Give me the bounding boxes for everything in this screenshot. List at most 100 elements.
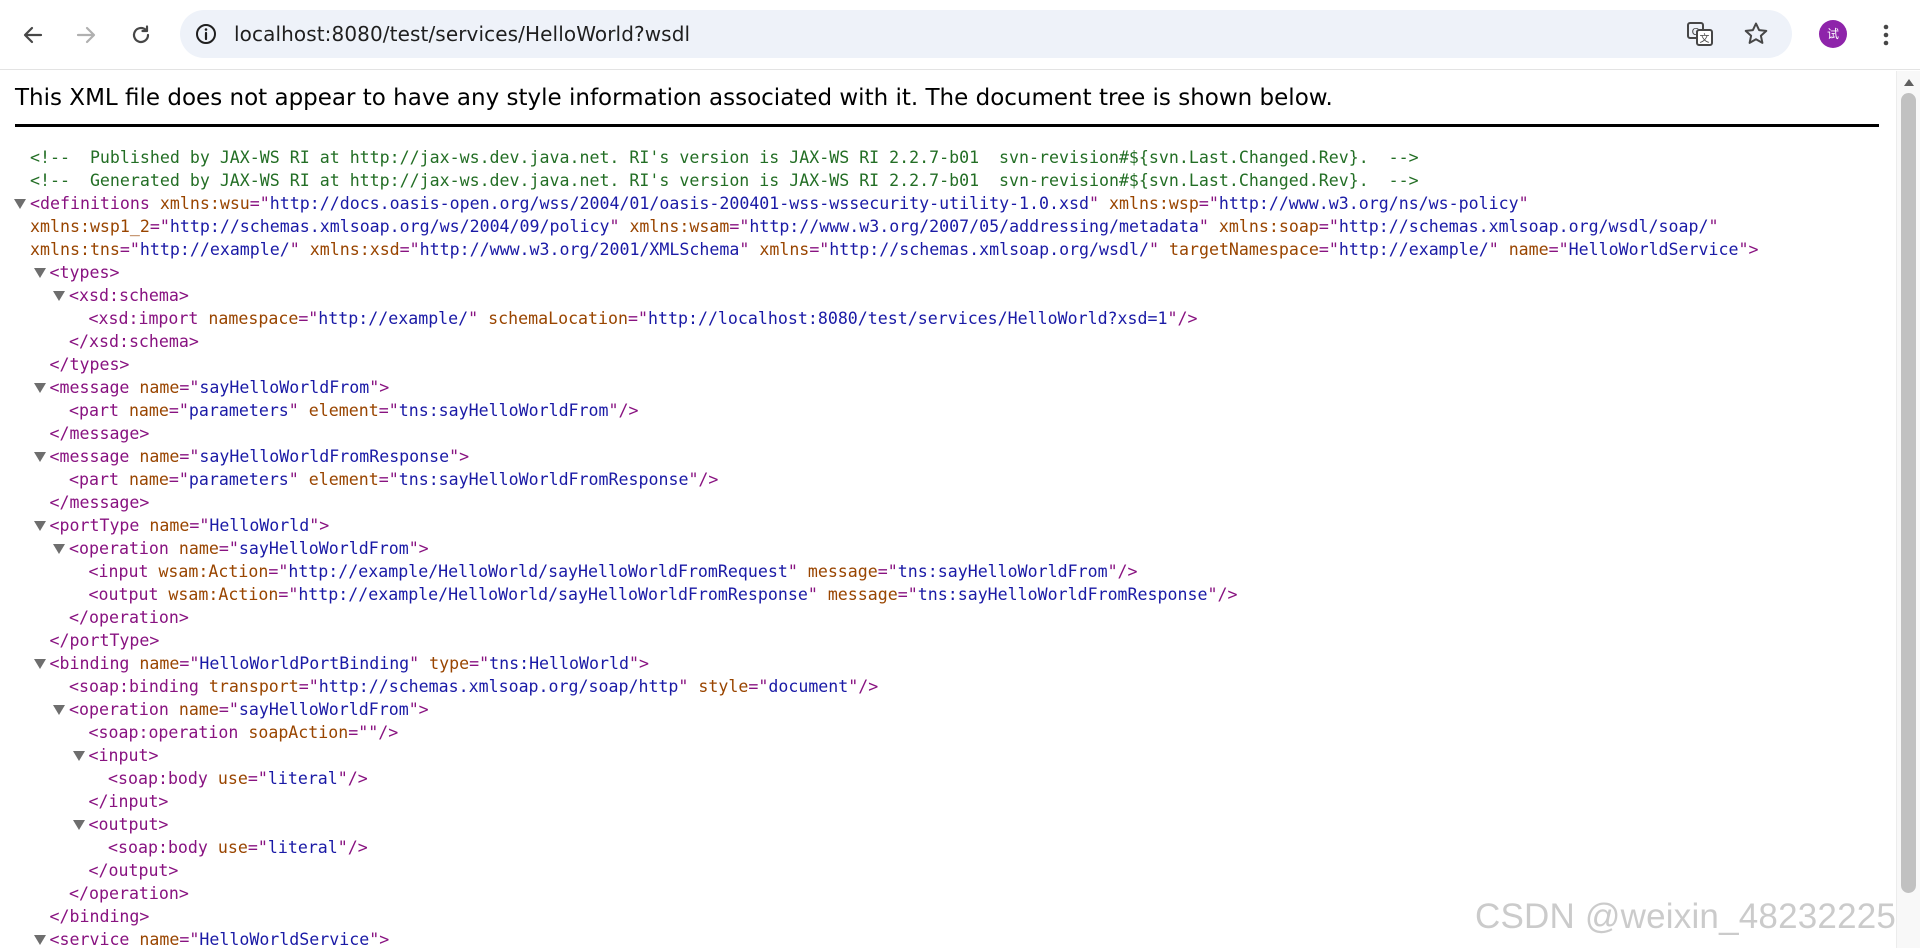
address-bar[interactable]: localhost:8080/test/services/HelloWorld?… (180, 10, 1792, 58)
xml-attr-value: tns:sayHelloWorldFromResponse (917, 585, 1208, 604)
xml-attr-value: http://schemas.xmlsoap.org/ws/2004/09/po… (169, 217, 610, 236)
xml-attr-name: name (1498, 240, 1549, 259)
xml-tag: =" (748, 677, 769, 696)
xml-line: <!-- Generated by JAX-WS RI at http://ja… (0, 169, 1896, 192)
xml-tag: <output (88, 585, 159, 604)
xml-tag: " (288, 401, 299, 420)
xml-tag: =" (877, 562, 898, 581)
xml-line: <!-- Published by JAX-WS RI at http://ja… (0, 146, 1896, 169)
xml-tag: =" (119, 240, 140, 259)
xml-tag: =" (298, 677, 319, 696)
xml-tag: =" (1318, 240, 1339, 259)
xml-tag: <message (49, 447, 130, 466)
xml-style-notice: This XML file does not appear to have an… (15, 85, 1333, 111)
page-content: This XML file does not appear to have an… (0, 71, 1896, 948)
xml-attr-name: name (129, 930, 180, 948)
xml-attr-value: literal (267, 769, 338, 788)
xml-line: <xsd:schema> (0, 284, 1896, 307)
xml-tag: <service (49, 930, 130, 948)
xml-line: xmlns:tns="http://example/" xmlns:xsd="h… (0, 238, 1896, 261)
xml-line: </xsd:schema> (0, 330, 1896, 353)
xml-line: </message> (0, 491, 1896, 514)
collapse-triangle-icon[interactable] (33, 659, 46, 669)
collapse-triangle-icon[interactable] (72, 751, 85, 761)
xml-tag: =" (278, 585, 299, 604)
collapse-triangle-icon[interactable] (33, 383, 46, 393)
xml-attr-value: HelloWorldService (199, 930, 370, 948)
collapse-triangle-icon[interactable] (72, 820, 85, 830)
scrollbar-thumb[interactable] (1901, 93, 1916, 893)
xml-tag: =" (378, 470, 399, 489)
profile-avatar[interactable]: 试 (1819, 20, 1847, 48)
forward-button[interactable] (66, 15, 106, 55)
xml-line: <soap:body use="literal"/> (0, 767, 1896, 790)
reload-icon (132, 25, 150, 44)
xml-attr-name: name (129, 447, 180, 466)
xml-tag: <message (49, 378, 130, 397)
xml-tag: =" (179, 447, 200, 466)
collapse-triangle-icon[interactable] (33, 521, 46, 531)
xml-line: <message name="sayHelloWorldFromResponse… (0, 445, 1896, 468)
xml-tag: =" (298, 309, 319, 328)
translate-icon[interactable]: G 文 (1686, 20, 1714, 48)
xml-line: <types> (0, 261, 1896, 284)
collapse-triangle-icon[interactable] (33, 268, 46, 278)
xml-attr-value: sayHelloWorldFrom (238, 700, 409, 719)
xml-tag: " (609, 217, 620, 236)
collapse-triangle-icon[interactable] (53, 544, 65, 554)
xml-tag: <soap:body (108, 769, 208, 788)
collapse-triangle-icon[interactable] (33, 452, 46, 462)
xml-attr-value: http://example/ (139, 240, 290, 259)
xml-tag: =" (809, 240, 830, 259)
xml-tag: =" (168, 401, 189, 420)
xml-line: <output> (0, 813, 1896, 836)
collapse-triangle-icon[interactable] (53, 291, 65, 301)
vertical-scrollbar[interactable] (1896, 71, 1920, 948)
xml-attr-name: name (139, 516, 190, 535)
xml-attr-value: HelloWorldPortBinding (199, 654, 410, 673)
xml-line: </operation> (0, 606, 1896, 629)
xml-line-text: <soap:body use="literal"/> (108, 836, 368, 859)
bookmark-star-icon[interactable] (1742, 20, 1770, 48)
xml-attr-value: parameters (188, 470, 289, 489)
xml-tag: =" (729, 217, 750, 236)
xml-tag: <soap:operation (88, 723, 239, 742)
collapse-triangle-icon[interactable] (33, 935, 46, 945)
xml-attr-value: tns:sayHelloWorldFrom (398, 401, 609, 420)
xml-tag: </binding> (49, 907, 150, 926)
xml-line-text: <soap:binding transport="http://schemas.… (69, 675, 878, 698)
url-text[interactable]: localhost:8080/test/services/HelloWorld?… (234, 10, 690, 58)
xml-tag: <part (69, 401, 119, 420)
collapse-triangle-icon[interactable] (14, 199, 26, 209)
reload-button[interactable] (121, 15, 161, 55)
xml-tag: =" (378, 401, 399, 420)
site-info-icon[interactable] (194, 22, 218, 46)
xml-tag: <xsd:schema> (69, 286, 189, 305)
xml-line-text: xmlns:wsp1_2="http://schemas.xmlsoap.org… (30, 215, 1718, 238)
back-button[interactable] (13, 15, 53, 55)
xml-line-text: <output wsam:Action="http://example/Hell… (89, 583, 1238, 606)
browser-menu-button[interactable] (1866, 15, 1906, 55)
xml-line: <binding name="HelloWorldPortBinding" ty… (0, 652, 1896, 675)
xml-attr-name: xmlns:wsam (619, 217, 730, 236)
xml-tag: <operation (69, 539, 169, 558)
xml-attr-name: schemaLocation (478, 309, 629, 328)
scroll-up-arrow-icon[interactable] (1904, 79, 1914, 86)
xml-attr-value: HelloWorld (209, 516, 310, 535)
xml-line: <soap:operation soapAction=""/> (0, 721, 1896, 744)
xml-attr-value: tns:HelloWorld (489, 654, 629, 673)
xml-tag: " (409, 654, 420, 673)
xml-comment: <!-- Generated by JAX-WS RI at http://ja… (30, 171, 1419, 190)
xml-line-text: <message name="sayHelloWorldFromResponse… (50, 445, 470, 468)
xml-attr-value: http://localhost:8080/test/services/Hell… (648, 309, 1168, 328)
xml-attr-name: name (168, 539, 219, 558)
xml-tag: "> (628, 654, 649, 673)
xml-tag: "> (408, 539, 429, 558)
xml-attr-name: message (797, 562, 878, 581)
xml-tag: <input> (88, 746, 159, 765)
xml-tag: </types> (49, 355, 130, 374)
collapse-triangle-icon[interactable] (53, 705, 65, 715)
xml-attr-name: xmlns:tns (30, 240, 120, 259)
xml-line-text: </message> (50, 422, 150, 445)
xml-line: <xsd:import namespace="http://example/" … (0, 307, 1896, 330)
